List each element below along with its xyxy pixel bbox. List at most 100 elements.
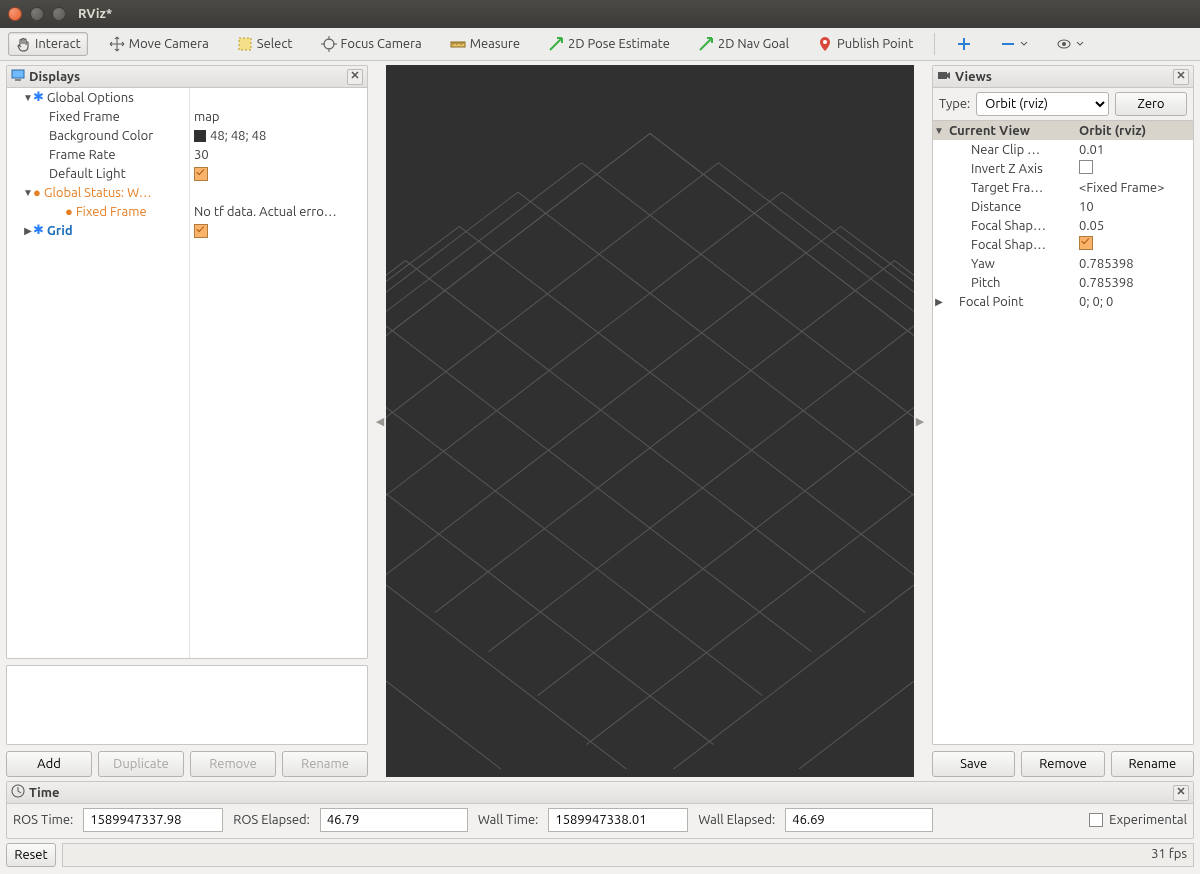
- remove-tool-button[interactable]: [993, 32, 1035, 56]
- tree-value[interactable]: 30: [190, 145, 367, 164]
- green-arrow-icon: [698, 36, 714, 52]
- checkbox-unchecked-icon[interactable]: [1079, 160, 1093, 174]
- wall-time-field[interactable]: [548, 808, 688, 832]
- tree-item-grid[interactable]: Grid: [47, 224, 73, 238]
- tree-value[interactable]: 0; 0; 0: [1075, 295, 1193, 309]
- 3d-viewport[interactable]: [386, 65, 914, 777]
- move-camera-icon: [109, 36, 125, 52]
- ros-time-field[interactable]: [83, 808, 223, 832]
- tool-publish-point[interactable]: Publish Point: [810, 32, 920, 56]
- tree-value[interactable]: 0.01: [1075, 143, 1193, 157]
- window-maximize-button[interactable]: [52, 7, 66, 21]
- tool-interact[interactable]: Interact: [8, 32, 88, 56]
- tree-value: Orbit (rviz): [1075, 124, 1193, 138]
- panel-title: Views: [955, 70, 992, 84]
- tree-item[interactable]: Near Clip …: [945, 143, 1075, 157]
- collapse-right-handle[interactable]: ▶: [914, 65, 926, 777]
- panel-title: Time: [29, 786, 59, 800]
- plus-icon: [956, 36, 972, 52]
- tree-value[interactable]: <Fixed Frame>: [1075, 181, 1193, 195]
- tree-item[interactable]: Fixed Frame: [7, 107, 189, 126]
- reset-button[interactable]: Reset: [6, 843, 56, 867]
- add-tool-button[interactable]: [949, 32, 979, 56]
- tool-label: Publish Point: [837, 37, 913, 51]
- tool-label: Move Camera: [129, 37, 209, 51]
- wall-elapsed-field[interactable]: [785, 808, 933, 832]
- tree-item[interactable]: Focal Shap…: [945, 219, 1075, 233]
- window-close-button[interactable]: [8, 7, 22, 21]
- tool-label: Interact: [35, 37, 81, 51]
- save-view-button[interactable]: Save: [932, 751, 1015, 777]
- tool-2d-pose-estimate[interactable]: 2D Pose Estimate: [541, 32, 677, 56]
- rename-display-button[interactable]: Rename: [282, 751, 368, 777]
- time-panel: Time ✕ ROS Time: ROS Elapsed: Wall Time:…: [6, 781, 1194, 839]
- clock-icon: [11, 784, 25, 801]
- tree-value[interactable]: 48; 48; 48: [190, 126, 367, 145]
- experimental-label: Experimental: [1109, 813, 1187, 827]
- visibility-tool-button[interactable]: [1049, 32, 1091, 56]
- tool-select[interactable]: Select: [230, 32, 300, 56]
- tree-value[interactable]: 0.05: [1075, 219, 1193, 233]
- tool-2d-nav-goal[interactable]: 2D Nav Goal: [691, 32, 796, 56]
- duplicate-display-button[interactable]: Duplicate: [98, 751, 184, 777]
- tree-value[interactable]: [1075, 236, 1193, 253]
- collapse-left-handle[interactable]: ◀: [374, 65, 386, 777]
- tree-value[interactable]: 10: [1075, 200, 1193, 214]
- gear-icon: ✱: [33, 223, 44, 238]
- tree-item[interactable]: Yaw: [945, 257, 1075, 271]
- tree-item[interactable]: Distance: [945, 200, 1075, 214]
- window-titlebar: RViz*: [0, 0, 1200, 28]
- tool-measure[interactable]: Measure: [443, 32, 527, 56]
- tool-focus-camera[interactable]: Focus Camera: [314, 32, 429, 56]
- checkbox-checked-icon[interactable]: [194, 224, 208, 238]
- tree-item[interactable]: Background Color: [7, 126, 189, 145]
- display-description-box: [6, 665, 368, 745]
- view-type-select[interactable]: Orbit (rviz): [976, 92, 1109, 116]
- panel-close-button[interactable]: ✕: [347, 69, 363, 85]
- tree-item[interactable]: Invert Z Axis: [945, 162, 1075, 176]
- panel-close-button[interactable]: ✕: [1173, 69, 1189, 85]
- camera-icon: [937, 68, 951, 85]
- tool-move-camera[interactable]: Move Camera: [102, 32, 216, 56]
- tree-item[interactable]: Default Light: [7, 164, 189, 183]
- tree-value[interactable]: [190, 164, 367, 183]
- remove-display-button[interactable]: Remove: [190, 751, 276, 777]
- color-swatch: [194, 130, 206, 142]
- tree-item[interactable]: Target Fra…: [945, 181, 1075, 195]
- tree-value[interactable]: 0.785398: [1075, 257, 1193, 271]
- checkbox-checked-icon[interactable]: [194, 167, 208, 181]
- tree-item[interactable]: Fixed Frame: [76, 205, 147, 219]
- tree-item: Global Status: W…: [44, 186, 152, 200]
- window-minimize-button[interactable]: [30, 7, 44, 21]
- tree-value[interactable]: [190, 221, 367, 240]
- remove-view-button[interactable]: Remove: [1021, 751, 1104, 777]
- ruler-icon: [450, 36, 466, 52]
- monitor-icon: [11, 68, 25, 85]
- tree-item[interactable]: Focal Shap…: [945, 238, 1075, 252]
- eye-icon: [1056, 36, 1072, 52]
- tree-value[interactable]: 0.785398: [1075, 276, 1193, 290]
- ros-time-label: ROS Time:: [13, 813, 73, 827]
- panel-close-button[interactable]: ✕: [1173, 785, 1189, 801]
- tree-item[interactable]: Pitch: [945, 276, 1075, 290]
- ros-elapsed-field[interactable]: [320, 808, 468, 832]
- tree-value[interactable]: map: [190, 107, 367, 126]
- hand-icon: [15, 36, 31, 52]
- add-display-button[interactable]: Add: [6, 751, 92, 777]
- checkbox-checked-icon[interactable]: [1079, 236, 1093, 250]
- tree-item[interactable]: Focal Point: [945, 295, 1075, 309]
- tree-item[interactable]: Frame Rate: [7, 145, 189, 164]
- experimental-checkbox[interactable]: [1089, 813, 1103, 827]
- map-pin-icon: [817, 36, 833, 52]
- chevron-down-icon: [1020, 36, 1028, 52]
- tree-value[interactable]: [1075, 160, 1193, 177]
- displays-tree[interactable]: ▼ ✱ Global Options Fixed Frame Backgroun…: [7, 88, 367, 658]
- minus-icon: [1000, 36, 1016, 52]
- rename-view-button[interactable]: Rename: [1111, 751, 1194, 777]
- tool-label: Focus Camera: [341, 37, 422, 51]
- views-tree[interactable]: ▼Current ViewOrbit (rviz) Near Clip …0.0…: [933, 120, 1193, 744]
- views-panel: Views ✕ Type: Orbit (rviz) Zero ▼Current…: [932, 65, 1194, 745]
- select-icon: [237, 36, 253, 52]
- zero-button[interactable]: Zero: [1115, 92, 1187, 116]
- wall-time-label: Wall Time:: [478, 813, 539, 827]
